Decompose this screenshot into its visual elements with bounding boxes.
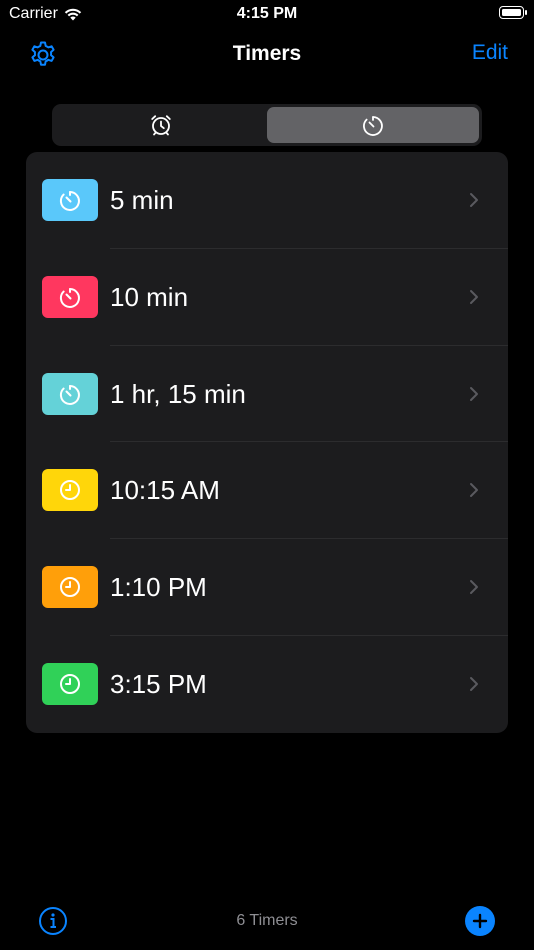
chevron-right-icon <box>470 676 478 691</box>
chevron-right-icon <box>470 289 478 304</box>
timer-row[interactable]: 5 min <box>26 152 508 249</box>
clock-icon <box>60 480 80 501</box>
timer-row[interactable]: 1 hr, 15 min <box>26 346 508 443</box>
timer-color-tile <box>42 372 98 415</box>
add-timer-button[interactable] <box>465 906 495 936</box>
timer-label: 10 min <box>110 281 189 312</box>
timer-icon <box>59 287 80 308</box>
battery-icon <box>499 6 527 19</box>
timer-count: 6 Timers <box>236 912 298 929</box>
timer-icon <box>363 116 383 136</box>
alarm-clock-icon <box>151 115 171 136</box>
timer-icon <box>59 191 80 211</box>
timer-label: 5 min <box>110 185 174 215</box>
timer-list: 5 min 10 min 1 hr, 15 min 10:15 AM 1:10 PM 3:… <box>26 152 508 733</box>
timer-color-tile <box>42 662 98 705</box>
segment-alarms[interactable] <box>55 107 267 143</box>
timer-label: 1 hr, 15 min <box>110 378 246 409</box>
edit-button[interactable]: Edit <box>472 41 508 65</box>
chevron-right-icon <box>470 483 478 498</box>
chevron-right-icon <box>470 580 478 595</box>
chevron-right-icon <box>470 193 478 207</box>
clock-icon <box>60 673 80 694</box>
timer-row[interactable]: 10:15 AM <box>26 442 508 540</box>
clock-icon <box>60 577 80 598</box>
bottom-toolbar: 6 Timers <box>0 895 534 947</box>
plus-icon <box>472 913 488 929</box>
timer-color-tile <box>42 179 98 221</box>
timer-color-tile <box>42 566 98 609</box>
timer-label: 3:15 PM <box>110 668 207 699</box>
mode-segmented-control <box>52 104 482 146</box>
segment-timers[interactable] <box>267 107 479 143</box>
chevron-right-icon <box>470 386 478 401</box>
timer-row[interactable]: 10 min <box>26 249 508 346</box>
timer-color-tile <box>42 275 98 318</box>
timer-color-tile <box>42 469 98 512</box>
timer-row[interactable]: 1:10 PM <box>26 539 508 636</box>
timer-label: 1:10 PM <box>110 572 207 603</box>
timer-icon <box>59 384 80 405</box>
page-title: Timers <box>232 42 302 65</box>
timer-row[interactable]: 3:15 PM <box>26 636 508 733</box>
status-bar: Carrier 4:15 PM <box>0 0 534 30</box>
timer-label: 10:15 AM <box>110 475 220 506</box>
navigation-bar: Timers Edit <box>0 30 534 80</box>
status-time: 4:15 PM <box>236 5 298 22</box>
